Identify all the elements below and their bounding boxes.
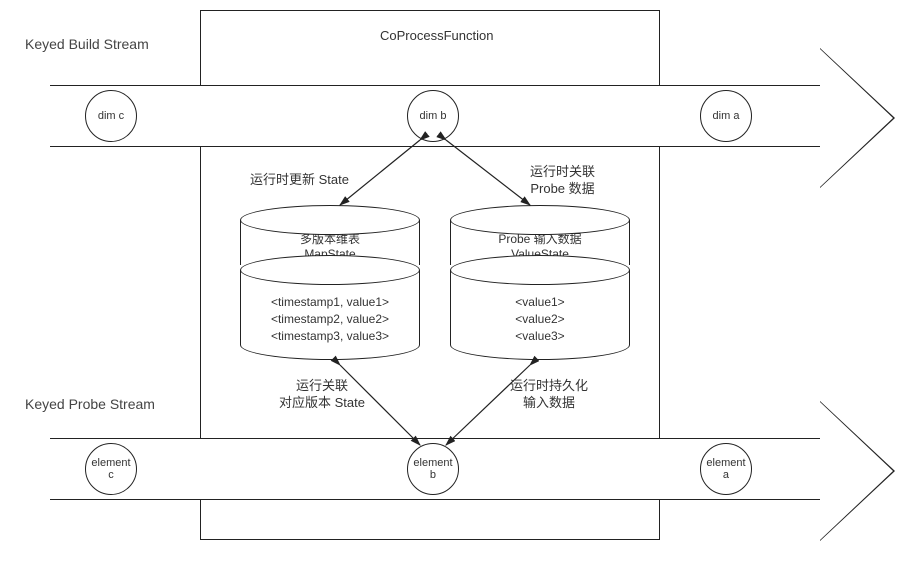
dim-c-label: dim c [98, 110, 124, 122]
annotation-bottom-left: 运行关联 对应版本 State [279, 378, 365, 412]
build-stream-label: Keyed Build Stream [25, 35, 149, 53]
annotation-bottom-right: 运行时持久化 输入数据 [510, 378, 588, 412]
valuestate-row1: <value1> [515, 294, 564, 311]
valuestate-row2: <value2> [515, 311, 564, 328]
element-c-label: element c [91, 457, 130, 481]
mapstate-row3: <timestamp3, value3> [271, 328, 389, 345]
element-b-label: element b [413, 457, 452, 481]
element-a-node: element a [700, 443, 752, 495]
function-title: CoProcessFunction [380, 28, 493, 45]
element-c-node: element c [85, 443, 137, 495]
mapstate-row2: <timestamp2, value2> [271, 311, 389, 328]
annotation-top-left: 运行时更新 State [250, 172, 349, 189]
dim-a-label: dim a [713, 110, 740, 122]
dim-b-node: dim b [407, 90, 459, 142]
mapstate-cylinder: 多版本维表 MapState <timestamp1, value1> <tim… [240, 205, 420, 360]
dim-b-label: dim b [420, 110, 447, 122]
valuestate-cylinder: Probe 输入数据 ValueState <value1> <value2> … [450, 205, 630, 360]
element-a-label: element a [706, 457, 745, 481]
dim-a-node: dim a [700, 90, 752, 142]
element-b-node: element b [407, 443, 459, 495]
annotation-top-right: 运行时关联 Probe 数据 [530, 164, 595, 198]
dim-c-node: dim c [85, 90, 137, 142]
valuestate-row3: <value3> [515, 328, 564, 345]
probe-stream-label: Keyed Probe Stream [25, 395, 155, 413]
mapstate-row1: <timestamp1, value1> [271, 294, 389, 311]
